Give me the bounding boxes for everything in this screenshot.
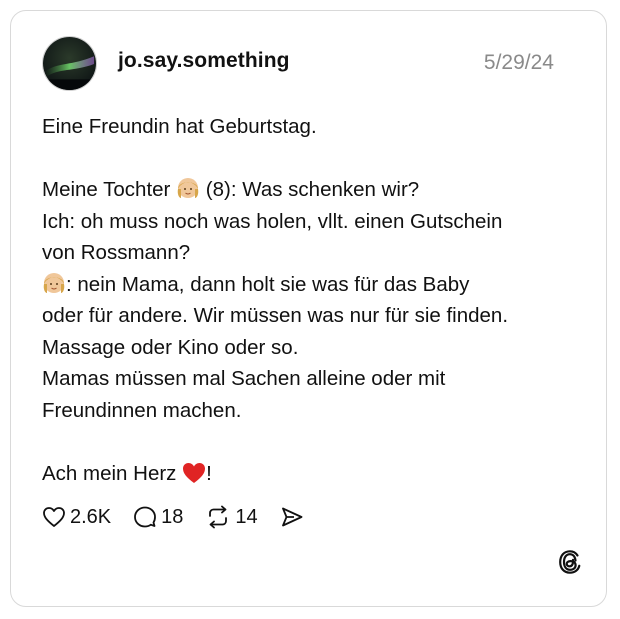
avatar[interactable] bbox=[42, 36, 97, 91]
like-button[interactable]: 2.6K bbox=[42, 506, 111, 529]
post-line-text: ! bbox=[206, 461, 212, 485]
post-line: Massage oder Kino oder so. bbox=[42, 335, 299, 359]
share-button[interactable] bbox=[280, 506, 304, 528]
send-icon bbox=[280, 506, 304, 528]
post-line-text: Ach mein Herz bbox=[42, 461, 183, 485]
reply-count: 18 bbox=[161, 505, 184, 528]
repost-arrows-icon bbox=[205, 505, 231, 529]
post-line: : nein Mama, dann holt sie was für das B… bbox=[42, 269, 562, 301]
repost-count: 14 bbox=[235, 505, 258, 528]
post-line: von Rossmann? bbox=[42, 241, 191, 264]
post-line-text: (8): Was schenken wir? bbox=[200, 178, 420, 201]
post-line-text: Meine Tochter bbox=[42, 178, 177, 201]
threads-logo-icon bbox=[558, 549, 582, 580]
post-card: jo.say.something 5/29/24 Eine Freundin h… bbox=[10, 10, 607, 607]
post-line: Ich: oh muss noch was holen, vllt. einen… bbox=[42, 209, 503, 233]
repost-button[interactable]: 14 bbox=[205, 505, 258, 529]
post-line-text: : nein Mama, dann holt sie was für das B… bbox=[66, 272, 470, 296]
post-line: Ach mein Herz ! bbox=[42, 458, 562, 490]
action-bar: 2.6K 18 14 bbox=[42, 503, 326, 531]
reply-button[interactable]: 18 bbox=[133, 505, 183, 529]
post-line: oder für andere. Wir müssen was nur für … bbox=[42, 304, 509, 327]
like-count: 2.6K bbox=[70, 505, 112, 528]
avatar-image bbox=[43, 37, 96, 90]
post-line-empty bbox=[42, 426, 562, 458]
post-body: Eine Freundin hat Geburtstag. Meine Toch… bbox=[42, 111, 562, 489]
girl-emoji bbox=[42, 271, 66, 305]
red-heart-emoji bbox=[182, 462, 206, 494]
username[interactable]: jo.say.something bbox=[118, 49, 290, 73]
comment-bubble-icon bbox=[133, 505, 157, 529]
post-line: Meine Tochter (8): Was schenken wir? bbox=[42, 174, 562, 206]
girl-emoji bbox=[176, 176, 200, 210]
heart-outline-icon bbox=[42, 506, 66, 528]
post-line: Freundinnen machen. bbox=[42, 398, 242, 422]
post-line: Mamas müssen mal Sachen alleine oder mit bbox=[42, 367, 446, 390]
post-date: 5/29/24 bbox=[483, 51, 554, 74]
post-line-empty bbox=[42, 143, 562, 175]
post-line: Eine Freundin hat Geburtstag. bbox=[42, 115, 317, 138]
